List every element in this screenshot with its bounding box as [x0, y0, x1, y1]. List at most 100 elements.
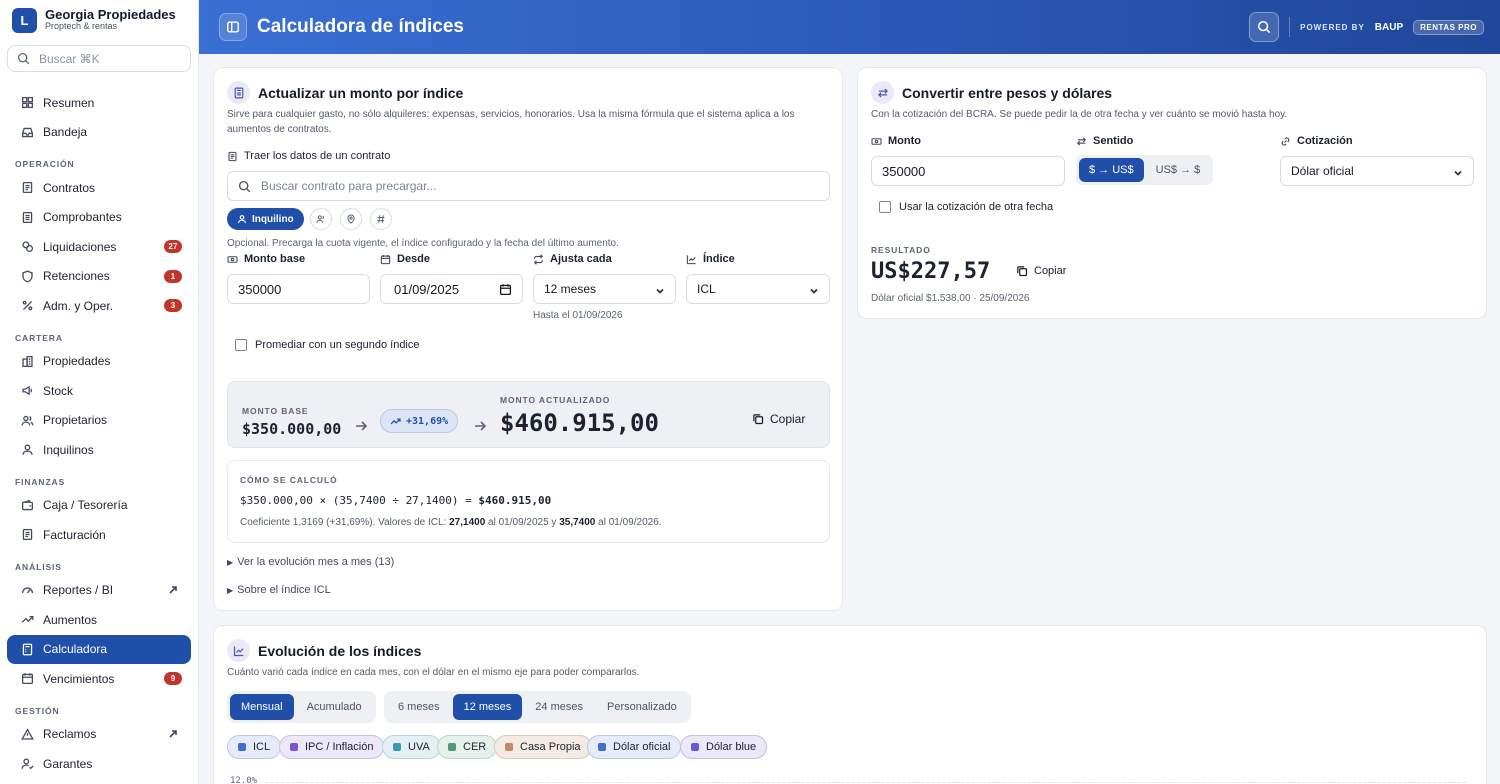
sidebar-toggle-icon: [227, 21, 239, 33]
other-date-checkbox-row[interactable]: Usar la cotización de otra fecha: [879, 201, 1053, 213]
details-indice-toggle[interactable]: ▶ Sobre el índice ICL: [227, 584, 331, 596]
update-card-title: Actualizar un monto por índice: [258, 84, 464, 101]
details-evolucion-label: Ver la evolución mes a mes (13): [237, 556, 395, 568]
search-icon: [1258, 20, 1271, 34]
legend-casa-propia[interactable]: Casa Propia: [494, 735, 592, 759]
desde-date-value: 01/09/2025: [394, 281, 460, 297]
legend-cer[interactable]: CER: [437, 735, 498, 759]
note-prefix: Coeficiente 1,3169 (+31,69%). Valores de…: [240, 517, 450, 528]
repeat-icon: [533, 253, 544, 265]
cotizacion-label-text: Cotización: [1297, 135, 1353, 147]
sidebar-item-caja[interactable]: Caja / Tesorería: [7, 491, 191, 521]
sentido-label: Sentido: [1076, 135, 1133, 147]
sidebar-item-garantes[interactable]: Garantes: [7, 749, 191, 779]
user-check-icon: [21, 758, 34, 770]
document-icon: [22, 182, 33, 194]
user-icon: [238, 215, 246, 224]
global-search-button[interactable]: [1249, 12, 1280, 42]
promediar-checkbox[interactable]: [235, 339, 247, 351]
monto-base-input[interactable]: 350000: [227, 274, 370, 304]
sidebar-item-inquilinos[interactable]: Inquilinos: [7, 435, 191, 465]
percent-change-badge: +31,69%: [380, 409, 459, 433]
indice-select[interactable]: ICL: [686, 274, 830, 304]
legend-dolar-blue[interactable]: Dólar blue: [680, 735, 768, 759]
sidebar-item-liquidaciones[interactable]: Liquidaciones 27: [7, 232, 191, 262]
ajusta-cada-label-text: Ajusta cada: [550, 253, 612, 265]
filter-chip-address[interactable]: [340, 208, 362, 230]
legend-label: Dólar oficial: [613, 741, 671, 753]
calculation-note: Coeficiente 1,3169 (+31,69%). Valores de…: [240, 517, 662, 528]
range-tabs: 6 meses 12 meses 24 meses Personalizado: [384, 691, 691, 723]
sidebar-item-label: Reclamos: [43, 727, 97, 742]
sidebar-item-propietarios[interactable]: Propietarios: [7, 406, 191, 436]
tab-24-meses[interactable]: 24 meses: [524, 694, 594, 720]
chart-gridline: [266, 782, 1466, 783]
sidebar-item-calculadora[interactable]: Calculadora: [7, 634, 191, 664]
copy-convert-button[interactable]: Copiar: [1016, 265, 1066, 277]
indice-value: ICL: [697, 282, 716, 296]
filter-chip-inquilino[interactable]: Inquilino: [227, 208, 304, 230]
filter-chip-owners[interactable]: [310, 208, 332, 230]
sidebar-toggle-button[interactable]: [219, 13, 247, 41]
sidebar-search-input[interactable]: Buscar ⌘K: [7, 45, 191, 72]
sidebar-item-comprobantes[interactable]: Comprobantes: [7, 203, 191, 233]
sidebar-item-propiedades[interactable]: Propiedades: [7, 347, 191, 377]
tab-acumulado[interactable]: Acumulado: [296, 694, 373, 720]
direction-usd-to-ars[interactable]: US$ → $: [1146, 158, 1211, 182]
percent-change-value: +31,69%: [406, 415, 449, 427]
convert-amount-input[interactable]: 350000: [871, 156, 1065, 186]
banknote-icon: [227, 255, 238, 263]
sidebar-item-stock[interactable]: Stock: [7, 376, 191, 406]
sidebar-item-label: Inquilinos: [43, 442, 94, 457]
sentido-label-text: Sentido: [1093, 135, 1134, 147]
sidebar-item-aumentos[interactable]: Aumentos: [7, 605, 191, 635]
details-evolucion-toggle[interactable]: ▶ Ver la evolución mes a mes (13): [227, 556, 394, 568]
brand[interactable]: L Georgia Propiedades Proptech & rentas: [0, 0, 198, 40]
filter-chip-number[interactable]: [370, 208, 392, 230]
chart-line-icon: [686, 254, 696, 264]
chevron-down-icon: [1453, 167, 1463, 177]
banknote-icon: [871, 137, 882, 145]
convert-card-description: Con la cotización del BCRA. Se puede ped…: [871, 109, 1288, 120]
contract-prefill-label: Traer los datos de un contrato: [227, 150, 390, 162]
legend-label: IPC / Inflación: [305, 741, 374, 753]
sidebar-item-adm-oper[interactable]: Adm. y Oper. 3: [7, 291, 191, 321]
legend-ipc[interactable]: IPC / Inflación: [279, 735, 385, 759]
direction-ars-to-usd[interactable]: $ → US$: [1079, 158, 1144, 182]
sidebar-item-retenciones[interactable]: Retenciones 1: [7, 262, 191, 292]
other-date-checkbox[interactable]: [879, 201, 891, 213]
hash-icon: [377, 215, 385, 223]
sidebar-item-reportes[interactable]: Reportes / BI: [7, 576, 191, 606]
users-icon: [21, 415, 34, 426]
contract-search-input[interactable]: Buscar contrato para precargar...: [227, 171, 830, 201]
ajusta-cada-select[interactable]: 12 meses: [533, 274, 676, 304]
sidebar: L Georgia Propiedades Proptech & rentas …: [0, 0, 199, 784]
chevron-down-icon: [809, 285, 819, 295]
desde-date-input[interactable]: 01/09/2025: [380, 274, 523, 304]
tab-12-meses[interactable]: 12 meses: [452, 694, 523, 720]
chart-line-icon: [227, 639, 250, 662]
tab-personalizado[interactable]: Personalizado: [596, 694, 688, 720]
promediar-checkbox-row[interactable]: Promediar con un segundo índice: [235, 339, 420, 351]
search-icon: [238, 180, 251, 192]
sidebar-item-bandeja[interactable]: Bandeja: [7, 118, 191, 148]
sidebar-item-vencimientos[interactable]: Vencimientos 9: [7, 664, 191, 694]
tab-mensual[interactable]: Mensual: [230, 694, 294, 720]
calendar-clock-icon: [21, 673, 34, 685]
megaphone-icon: [22, 385, 33, 396]
copy-result-button[interactable]: Copiar: [752, 412, 805, 426]
dashboard-icon: [21, 97, 34, 109]
legend-uva[interactable]: UVA: [382, 735, 441, 759]
sidebar-item-reclamos[interactable]: Reclamos: [7, 720, 191, 750]
sidebar-item-resumen[interactable]: Resumen: [7, 88, 191, 118]
hasta-text: Hasta el 01/09/2026: [533, 310, 623, 321]
other-date-label: Usar la cotización de otra fecha: [899, 201, 1054, 213]
warning-icon: [21, 728, 34, 740]
sidebar-item-facturacion[interactable]: Facturación: [7, 520, 191, 550]
legend-dolar-oficial[interactable]: Dólar oficial: [587, 735, 682, 759]
tab-6-meses[interactable]: 6 meses: [387, 694, 451, 720]
legend-label: UVA: [408, 741, 430, 753]
cotizacion-select[interactable]: Dólar oficial: [1280, 156, 1474, 186]
legend-icl[interactable]: ICL: [227, 735, 282, 759]
sidebar-item-contratos[interactable]: Contratos: [7, 173, 191, 203]
